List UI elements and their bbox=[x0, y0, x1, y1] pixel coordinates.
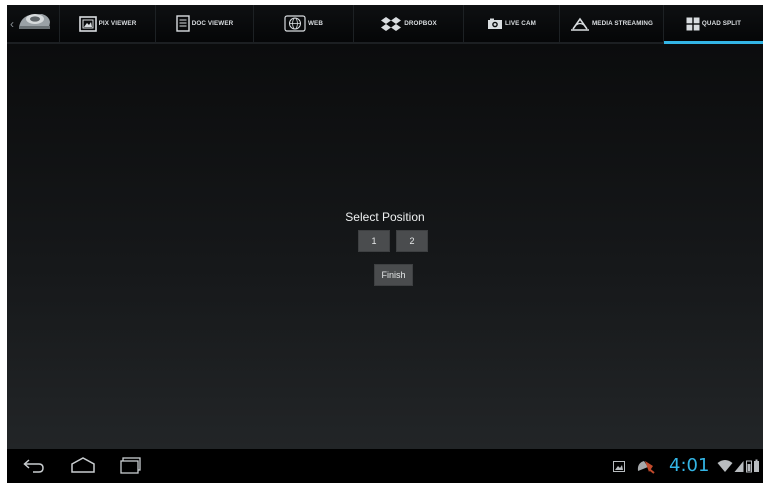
quad-split-icon bbox=[686, 17, 700, 31]
tab-web[interactable]: WEB bbox=[253, 5, 353, 42]
usb-debug-notification-icon[interactable] bbox=[635, 449, 657, 483]
app-logo-icon bbox=[16, 9, 52, 38]
tab-pix-viewer[interactable]: PIX VIEWER bbox=[59, 5, 155, 42]
tab-live-cam[interactable]: LIVE CAM bbox=[463, 5, 559, 42]
globe-icon bbox=[284, 15, 306, 32]
signal-icon bbox=[734, 449, 744, 483]
tab-label: QUAD SPLIT bbox=[701, 20, 742, 27]
system-bar: 4:01 bbox=[7, 449, 763, 483]
up-caret-icon: ‹ bbox=[10, 16, 14, 31]
tab-label: WEB bbox=[308, 20, 323, 27]
position-1-button[interactable]: 1 bbox=[358, 230, 390, 252]
battery-icon bbox=[746, 449, 760, 483]
tab-label: DOC VIEWER bbox=[191, 20, 234, 27]
select-position-title: Select Position bbox=[345, 210, 425, 224]
action-bar: ‹ PIX VIEWER DOC VIEWER WEB DROPBOX LIVE… bbox=[7, 5, 763, 44]
gallery-notification-icon[interactable] bbox=[613, 449, 625, 483]
tab-dropbox[interactable]: DROPBOX bbox=[353, 5, 463, 42]
back-icon[interactable] bbox=[23, 455, 45, 480]
tablet-screen: ‹ PIX VIEWER DOC VIEWER WEB DROPBOX LIVE… bbox=[7, 5, 763, 483]
tab-media-streaming[interactable]: MEDIA STREAMING bbox=[559, 5, 663, 42]
tab-doc-viewer[interactable]: DOC VIEWER bbox=[155, 5, 253, 42]
app-home-button[interactable]: ‹ bbox=[7, 5, 59, 42]
tab-label: PIX VIEWER bbox=[98, 20, 137, 27]
tab-label: LIVE CAM bbox=[505, 20, 536, 27]
position-2-button[interactable]: 2 bbox=[396, 230, 428, 252]
picture-frame-icon bbox=[78, 15, 97, 32]
home-icon[interactable] bbox=[69, 455, 97, 480]
media-streaming-icon bbox=[570, 17, 590, 31]
camera-icon bbox=[487, 18, 503, 30]
quad-split-content: Select Position 1 2 Finish bbox=[7, 44, 763, 449]
dropbox-icon bbox=[380, 16, 402, 32]
document-icon bbox=[176, 15, 190, 32]
tab-quad-split[interactable]: QUAD SPLIT bbox=[663, 5, 763, 44]
tab-label: MEDIA STREAMING bbox=[591, 20, 654, 27]
system-clock: 4:01 bbox=[669, 455, 710, 476]
wifi-icon bbox=[717, 449, 733, 483]
finish-button[interactable]: Finish bbox=[374, 264, 413, 286]
tab-label: DROPBOX bbox=[404, 20, 437, 27]
recent-apps-icon[interactable] bbox=[119, 455, 143, 480]
